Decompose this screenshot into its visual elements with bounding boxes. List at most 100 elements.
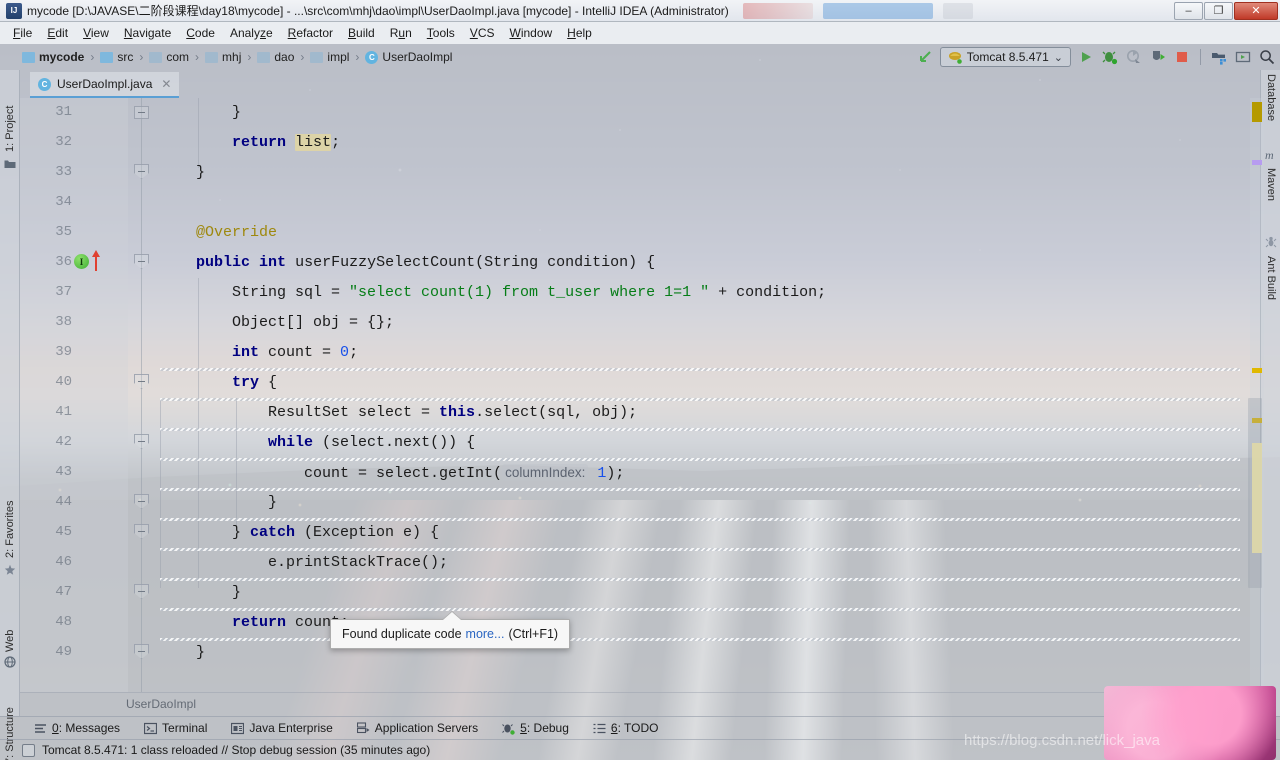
code-line-40: try { [232,374,278,391]
tool-window-label: Terminal [162,721,208,735]
background-window-1 [742,2,813,19]
error-stripe-scrollbar[interactable] [1248,98,1264,692]
minimize-button[interactable]: – [1174,1,1203,20]
menu-tools[interactable]: Tools [420,24,462,42]
tool-window-java-enterprise[interactable]: Java Enterprise [219,719,344,737]
menu-code[interactable]: Code [179,24,222,42]
messages-icon [34,722,47,735]
tool-strip-label: 2: Favorites [4,500,16,558]
menu-help[interactable]: Help [560,24,599,42]
run-triangle-icon[interactable] [1077,48,1095,66]
fold-marker[interactable] [134,374,149,389]
tool-window-messages[interactable]: 0: Messages [22,719,132,737]
breadcrumb-label: impl [327,50,350,64]
debug-bug-icon[interactable] [1101,48,1119,66]
line-number: 45 [55,524,72,540]
code-editor[interactable]: 31 32 33 34 35 36 37 38 39 40 41 42 43 4… [20,98,1244,692]
keyword-int: int [259,254,287,271]
fold-marker[interactable] [134,494,149,509]
code-line-44: } [160,494,278,511]
tooltip-more-link[interactable]: more... [466,627,505,641]
project-module-icon [22,51,35,63]
sidebar-item-favorites[interactable]: 2: Favorites [0,466,20,558]
tooltip-arrow [443,612,461,620]
fold-marker[interactable] [134,434,149,449]
code-line-41: ResultSet select = this.select(sql, obj)… [160,404,638,421]
breadcrumb-mycode[interactable]: mycode [22,50,84,64]
menu-refactor[interactable]: Refactor [281,24,340,42]
run-configuration-selector[interactable]: Tomcat 8.5.471 ⌄ [939,47,1071,67]
menu-window[interactable]: Window [502,24,559,42]
line-number: 46 [55,554,72,570]
fold-marker[interactable] [134,164,149,179]
menu-navigate[interactable]: Navigate [117,24,178,42]
close-button[interactable]: ✕ [1234,1,1278,20]
line-number: 40 [55,374,72,390]
menu-view[interactable]: View [76,24,116,42]
fold-marker[interactable] [134,584,149,599]
breadcrumb-mhj[interactable]: mhj [205,50,241,64]
stripe-marker-duplicate-block[interactable] [1252,443,1262,553]
line-number: 36 [55,254,72,270]
maximize-button[interactable]: ❐ [1204,1,1233,20]
menu-vcs[interactable]: VCS [463,24,502,42]
sidebar-item-project[interactable]: 1: Project [0,74,20,152]
sidebar-item-web[interactable]: Web [0,604,20,652]
package-icon [310,51,324,63]
implementing-method-icon[interactable]: I [74,254,89,269]
tomcat-icon [948,50,962,64]
title-bar-overlapping-windows [742,2,1173,19]
package-icon [205,51,219,63]
tool-window-debug[interactable]: 5: Debug [490,719,581,737]
editor-breadcrumb[interactable]: UserDaoImpl [20,692,1244,714]
keyword-catch: catch [250,524,296,541]
code-text[interactable]: } return list; } @Override public int us… [160,98,1244,692]
menu-file[interactable]: FFileile [6,24,39,42]
ant-icon [1265,236,1277,248]
menu-build[interactable]: Build [341,24,382,42]
editor-gutter[interactable]: 31 32 33 34 35 36 37 38 39 40 41 42 43 4… [20,98,128,692]
java-enterprise-icon [231,722,245,735]
fold-marker[interactable] [134,644,149,659]
stripe-marker-warning[interactable] [1252,102,1262,122]
update-project-icon[interactable] [1210,48,1228,66]
maven-m-icon: m [1265,148,1274,162]
tool-window-terminal[interactable]: Terminal [132,719,219,737]
menu-run[interactable]: Run [383,24,419,42]
stripe-marker-info[interactable] [1252,160,1262,165]
breadcrumb-com[interactable]: com [149,50,189,64]
close-icon[interactable]: ✕ [161,77,171,91]
coverage-icon[interactable] [1125,48,1143,66]
toolbar-actions: Tomcat 8.5.471 ⌄ [916,44,1276,70]
fold-marker[interactable] [134,524,149,539]
code-line-45: } catch (Exception e) { [160,524,440,541]
select-in-project-icon[interactable] [1234,48,1252,66]
code-line-33: } [160,164,206,181]
tool-window-application-servers[interactable]: Application Servers [345,719,490,737]
tool-window-todo[interactable]: 6: TODO [581,719,671,737]
code-folding-line [141,98,142,692]
breadcrumb-src[interactable]: src [100,50,133,64]
stripe-marker-warning[interactable] [1252,368,1262,373]
breadcrumb-userdaoimpl[interactable]: C UserDaoImpl [365,50,452,64]
back-arrow-icon[interactable] [916,48,934,66]
menu-edit[interactable]: Edit [40,24,75,42]
profiler-icon[interactable] [1149,48,1167,66]
up-arrow-icon [90,248,102,275]
keyword-while: while [268,434,314,451]
breadcrumb-impl[interactable]: impl [310,50,349,64]
search-icon[interactable] [1258,48,1276,66]
tool-strip-label: Maven [1265,168,1277,202]
stop-square-icon[interactable] [1173,48,1191,66]
breadcrumb-dao[interactable]: dao [257,50,294,64]
menu-analyze[interactable]: Analyze [223,24,280,42]
tool-window-label: Application Servers [374,721,479,735]
status-message[interactable]: Tomcat 8.5.471: 1 class reloaded // Stop… [42,743,430,757]
fold-marker[interactable] [134,106,149,119]
tooltip-shortcut: (Ctrl+F1) [508,627,559,641]
tool-strip-label: Database [1265,74,1277,122]
fold-marker[interactable] [134,254,149,269]
left-tool-window-strip: 1: Project 2: Favorites Web 7: Structure [0,70,20,760]
event-log-icon[interactable] [22,743,35,757]
editor-tab-userdaoimpl[interactable]: C UserDaoImpl.java ✕ [30,72,180,98]
